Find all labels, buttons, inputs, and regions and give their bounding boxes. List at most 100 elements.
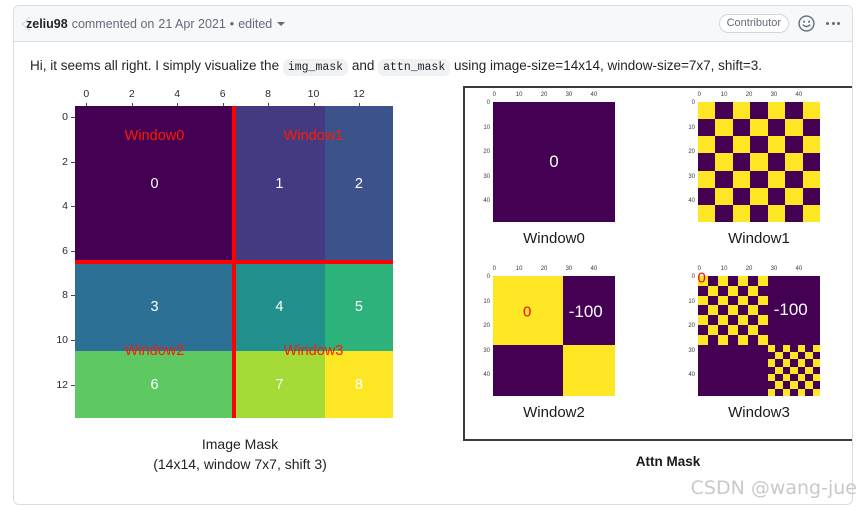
image-mask-cell	[279, 306, 303, 329]
image-mask-cell	[165, 373, 189, 396]
image-mask-cell	[165, 306, 189, 329]
screenshot-root: zeliu98 commented on 21 Apr 2021 • edite…	[0, 0, 863, 507]
image-mask-cell	[370, 373, 393, 396]
comment-author[interactable]: zeliu98	[26, 17, 68, 31]
image-mask-cell	[347, 351, 371, 374]
image-mask-cell	[370, 195, 393, 218]
image-mask-cell	[256, 262, 280, 285]
image-mask-cell	[279, 395, 303, 418]
image-mask-cell	[233, 106, 257, 129]
image-mask-cell	[188, 373, 212, 396]
image-mask-cell	[370, 284, 393, 307]
image-mask-cell	[143, 150, 166, 173]
image-mask-x-tick: 12	[353, 88, 365, 100]
smiley-icon[interactable]	[798, 15, 815, 32]
image-mask-cell	[143, 128, 166, 151]
image-mask-cell	[120, 172, 144, 196]
image-mask-cell	[211, 106, 234, 129]
image-mask-cell	[120, 106, 144, 129]
image-mask-cell	[347, 195, 371, 218]
image-mask-x-tick: 6	[219, 88, 226, 100]
figures-row: 0 2 4 6 8 10 12 0 2 4 6 8 10 12 0 1 2 3 4 5 6 7 8 Window0 Wind…	[30, 78, 852, 498]
image-mask-cell	[188, 239, 212, 262]
image-mask-cell	[279, 262, 303, 285]
image-mask-cell	[143, 306, 166, 329]
byline-separator: •	[229, 16, 235, 31]
image-mask-cell	[233, 150, 257, 173]
figure-attn-mask: 0 10 20 30 40 0 10 20 30 40 0 Window0 0 10 20 30 40 0 10 20…	[463, 86, 852, 469]
image-mask-cell	[256, 239, 280, 262]
image-mask-cell	[347, 217, 371, 240]
image-mask-cell	[188, 172, 212, 196]
image-mask-cell	[165, 195, 189, 218]
image-mask-cell	[370, 351, 393, 374]
image-mask-cell	[279, 128, 303, 151]
image-mask-x-axis: 0 2 4 6 8 10 12	[75, 88, 393, 107]
image-mask-cell	[302, 306, 325, 329]
image-mask-cell	[120, 395, 144, 418]
image-mask-y-tick: 10	[56, 334, 68, 346]
image-mask-cell	[324, 284, 348, 307]
image-mask-cell	[233, 262, 257, 285]
image-mask-plot: 0 2 4 6 8 10 12 0 2 4 6 8 10 12 0 1 2 3 4 5 6 7 8 Window0 Wind…	[49, 88, 419, 418]
image-mask-cell	[75, 128, 98, 151]
image-mask-cell	[347, 395, 371, 418]
image-mask-cell	[279, 351, 303, 374]
attn-mask-panel: 0 10 20 30 40 0 10 20 30 40 0 Window0 0 10 20 30 40 0 10 20…	[463, 86, 852, 441]
image-mask-cell	[188, 262, 212, 285]
code-attn-mask: attn_mask	[378, 59, 451, 76]
image-mask-cell	[324, 195, 348, 218]
image-mask-cell	[279, 217, 303, 240]
image-mask-cell	[143, 217, 166, 240]
image-mask-cell	[211, 373, 234, 396]
image-mask-cell	[120, 284, 144, 307]
image-mask-cell	[97, 328, 121, 352]
image-mask-cell	[188, 106, 212, 129]
image-mask-cell	[75, 150, 98, 173]
image-mask-cell	[324, 328, 348, 352]
image-mask-cell	[279, 195, 303, 218]
comment-text: Hi, it seems all right. I simply visuali…	[30, 56, 836, 78]
chevron-down-icon[interactable]	[277, 21, 286, 26]
image-mask-cell	[120, 217, 144, 240]
comment-header: zeliu98 commented on 21 Apr 2021 • edite…	[14, 6, 852, 42]
image-mask-cell	[302, 195, 325, 218]
comment-header-actions: Contributor	[718, 14, 842, 33]
image-mask-cell	[75, 395, 98, 418]
image-mask-x-tick: 4	[174, 88, 181, 100]
image-mask-cell	[188, 395, 212, 418]
image-mask-cell	[279, 172, 303, 196]
image-mask-cell	[165, 172, 189, 196]
image-mask-cell	[279, 328, 303, 352]
image-mask-cell	[120, 239, 144, 262]
image-mask-cell	[302, 262, 325, 285]
image-mask-cell	[211, 172, 234, 196]
image-mask-cell	[347, 239, 371, 262]
image-mask-cell	[97, 150, 121, 173]
image-mask-cell	[347, 328, 371, 352]
kebab-menu-icon[interactable]	[824, 18, 842, 29]
image-mask-cell	[302, 106, 325, 129]
image-mask-cell	[302, 328, 325, 352]
image-mask-cell	[256, 351, 280, 374]
image-mask-cell	[211, 262, 234, 285]
image-mask-cell	[324, 395, 348, 418]
image-mask-cell	[347, 150, 371, 173]
image-mask-cell	[97, 172, 121, 196]
image-mask-cell	[188, 351, 212, 374]
image-mask-cell	[75, 328, 98, 352]
image-mask-cell	[324, 262, 348, 285]
comment-date[interactable]: 21 Apr 2021	[158, 17, 225, 31]
image-mask-cell	[143, 395, 166, 418]
image-mask-cell	[256, 128, 280, 151]
image-mask-cell	[211, 284, 234, 307]
image-mask-y-tick: 8	[62, 289, 68, 302]
image-mask-cell	[302, 150, 325, 173]
figure-image-mask: 0 2 4 6 8 10 12 0 2 4 6 8 10 12 0 1 2 3 4 5 6 7 8 Window0 Wind…	[35, 88, 445, 474]
comment-edited-label[interactable]: edited	[238, 17, 272, 31]
image-mask-caption-line2: (14x14, window 7x7, shift 3)	[153, 456, 327, 472]
image-mask-cell	[75, 262, 98, 285]
image-mask-cell	[75, 306, 98, 329]
image-mask-cell	[279, 150, 303, 173]
image-mask-cell	[256, 172, 280, 196]
